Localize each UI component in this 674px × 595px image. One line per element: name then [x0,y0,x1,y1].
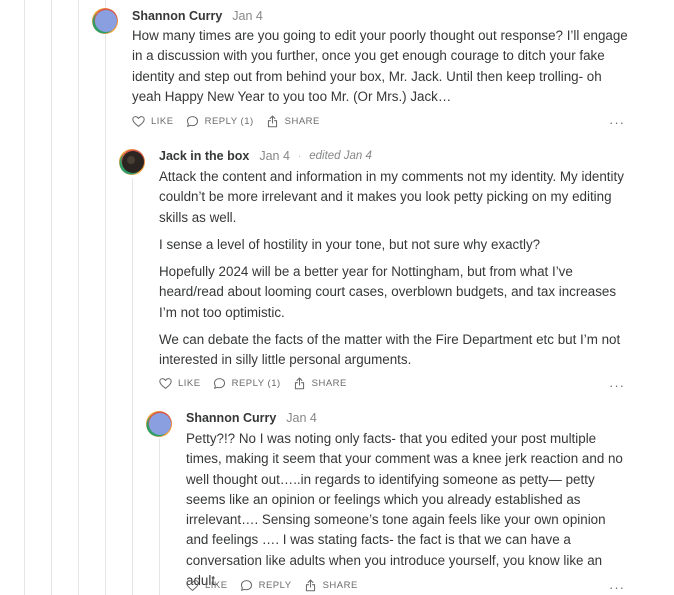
comment-paragraph: Petty?!? No I was noting only facts- tha… [186,431,623,589]
comment-date[interactable]: Jan 4 [286,411,317,425]
author-name[interactable]: Jack in the box [159,149,249,163]
heart-icon [159,378,172,389]
comment-date[interactable]: Jan 4 [232,9,263,23]
reply-button[interactable]: REPLY (1) [213,377,281,390]
comment-paragraph: Hopefully 2024 will be a better year for… [159,264,617,320]
comment-bubble-icon [186,116,198,127]
comment-paragraph: We can debate the facts of the matter wi… [159,332,621,368]
comment-date[interactable]: Jan 4 [259,149,290,163]
author-name[interactable]: Shannon Curry [186,411,276,425]
comment-body: Attack the content and information in my… [159,167,629,371]
like-button[interactable]: LIKE [186,579,228,592]
comment-meta: Shannon Curry Jan 4 [186,409,317,427]
share-label: SHARE [284,116,320,127]
reply-label: REPLY (1) [204,116,254,127]
share-icon [267,115,277,128]
comment-actions: LIKE REPLY SHARE [186,579,370,592]
comment-body: How many times are you going to edit you… [132,26,632,107]
reply-button[interactable]: REPLY (1) [186,115,254,128]
like-button[interactable]: LIKE [159,377,201,390]
like-label: LIKE [178,378,201,389]
share-button[interactable]: SHARE [266,115,320,128]
share-button[interactable]: SHARE [293,377,347,390]
like-label: LIKE [151,116,174,127]
reply-label: REPLY (1) [231,378,281,389]
comment-paragraph: I sense a level of hostility in your ton… [159,236,541,252]
more-options-icon[interactable]: ··· [609,379,625,392]
thread-line-level-3 [105,0,106,595]
comment-bubble-icon [213,378,225,389]
reply-button[interactable]: REPLY [240,579,292,592]
edited-label: edited Jan 4 [309,150,372,162]
more-options-icon[interactable]: ··· [609,116,625,129]
share-button[interactable]: SHARE [304,579,358,592]
share-label: SHARE [311,378,347,389]
thread-line-level-2 [78,0,79,595]
thread-line-level-0 [24,0,25,595]
like-button[interactable]: LIKE [132,115,174,128]
like-label: LIKE [205,580,228,591]
avatar[interactable] [92,8,118,34]
author-name[interactable]: Shannon Curry [132,9,222,23]
thread-line-level-1 [51,0,52,595]
thread-line-level-5 [159,438,160,595]
more-options-icon[interactable]: ··· [609,581,625,594]
avatar[interactable] [119,149,145,175]
heart-icon [132,116,145,127]
meta-separator: · [297,150,302,162]
share-icon [305,579,315,592]
comment-meta: Jack in the box Jan 4 · edited Jan 4 [159,147,372,165]
share-icon [294,377,304,390]
thread-line-level-4 [132,178,133,595]
comment-actions: LIKE REPLY (1) SHARE [159,377,359,390]
avatar[interactable] [146,411,172,437]
comment-meta: Shannon Curry Jan 4 [132,7,263,25]
comment-actions: LIKE REPLY (1) SHARE [132,115,332,128]
comment-paragraph: How many times are you going to edit you… [132,28,628,104]
comment-paragraph: Attack the content and information in my… [159,169,624,225]
reply-label: REPLY [258,580,292,591]
heart-icon [186,580,199,591]
comment-bubble-icon [240,580,252,591]
comment-body: Petty?!? No I was noting only facts- tha… [186,429,626,591]
share-label: SHARE [322,580,358,591]
